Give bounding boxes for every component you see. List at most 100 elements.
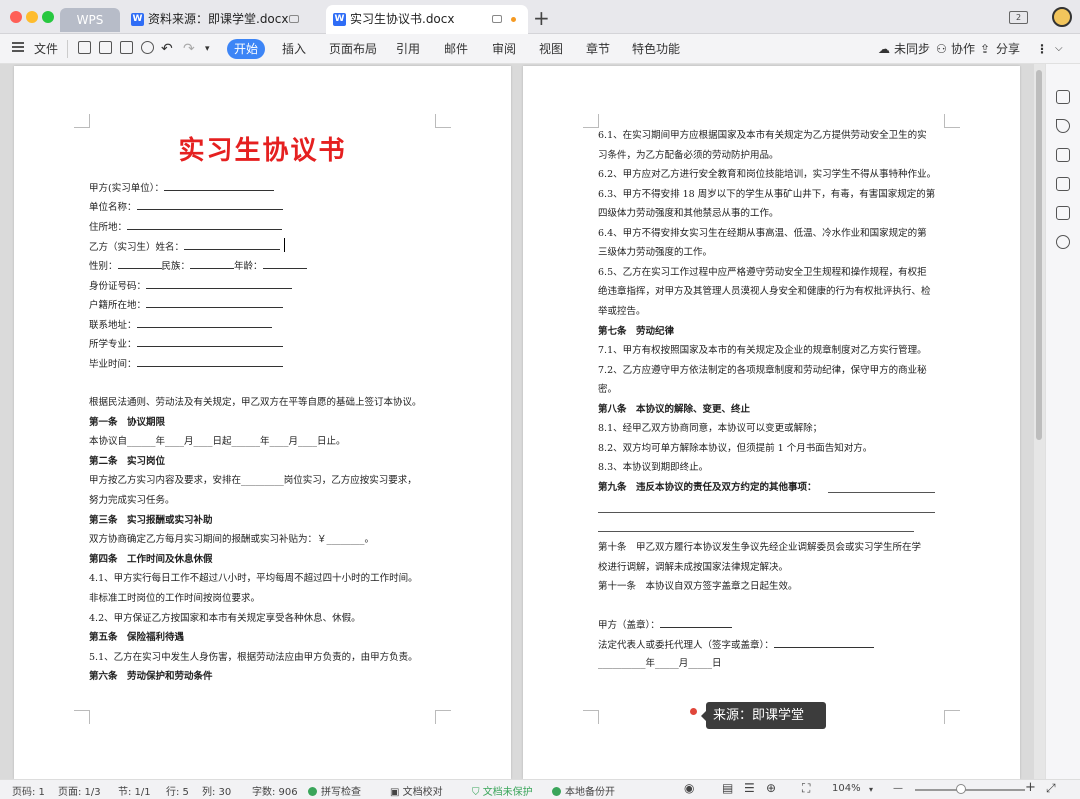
unsynced-button[interactable]: 未同步 (894, 39, 930, 59)
zoom-slider-knob[interactable] (956, 784, 966, 794)
edit-icon[interactable] (1056, 90, 1070, 104)
body-line: 6.5、乙方在实习工作过程中应严格遵守劳动安全卫生规程和操作规程，有权拒 (598, 266, 927, 278)
spell-check-button[interactable]: 拼写检查 (308, 783, 361, 798)
menu-icon[interactable] (12, 42, 24, 52)
field-party-a: 甲方(实习单位）： (89, 181, 274, 195)
minimize-window-button[interactable] (26, 11, 38, 23)
source-tooltip: 来源：即课学堂 (701, 702, 826, 729)
fullscreen-icon[interactable]: ⤢ (1046, 781, 1056, 796)
tab-view[interactable]: 视图 (539, 39, 563, 59)
monitor-icon (492, 15, 502, 23)
new-tab-button[interactable]: + (533, 5, 550, 31)
tab-source-doc[interactable]: W 资料来源：即课学堂.docx (124, 5, 320, 34)
wps-window: WPS W 资料来源：即课学堂.docx W 实习生协议书.docx + 2 文… (0, 0, 1080, 799)
section-count: 节: 1/1 (118, 787, 151, 798)
body-line: 本协议自______年____月____日起______年____月____日止… (89, 436, 346, 448)
close-window-button[interactable] (10, 11, 22, 23)
maximize-window-button[interactable] (42, 11, 54, 23)
body-line: 第十一条 本协议自双方签字盖章之日起生效。 (598, 581, 798, 593)
cloud-icon: ☁ (878, 42, 890, 56)
proofread-icon: ▣ (390, 787, 403, 798)
user-card-icon[interactable] (1056, 177, 1070, 191)
tab-chapter[interactable]: 章节 (586, 39, 610, 59)
tab-page-layout[interactable]: 页面布局 (329, 39, 377, 59)
tab-special-features[interactable]: 特色功能 (632, 39, 680, 59)
col-indicator: 列: 30 (202, 787, 232, 798)
zoom-out-button[interactable]: — (893, 783, 903, 794)
document-page-1[interactable]: 实习生协议书 甲方(实习单位）： 单位名称： 住所地： 乙方（实习生）姓名： 性… (14, 66, 511, 779)
field-graduation: 毕业时间： (89, 357, 283, 371)
divider (67, 40, 68, 58)
chevron-down-icon[interactable]: ▾ (205, 39, 210, 59)
tab-agreement-doc[interactable]: W 实习生协议书.docx (326, 5, 528, 34)
body-line: 甲方按乙方实习内容及要求，安排在_________岗位实习，乙方应按实习要求， (89, 475, 417, 487)
document-page-2[interactable]: 6.1、在实习期间甲方应根据国家及本市有关规定为乙方提供劳动安全卫生的实 习条件，… (523, 66, 1020, 779)
backup-icon (552, 787, 561, 796)
share-button[interactable]: 分享 (996, 39, 1020, 59)
protect-button[interactable]: ⛉ 文档未保护 (472, 783, 533, 798)
shield-icon: ⛉ (472, 787, 483, 798)
backup-button[interactable]: 本地备份开 (552, 783, 615, 798)
tab-label: 实习生协议书.docx (350, 12, 455, 26)
redo-icon[interactable]: ↷ (183, 39, 195, 59)
vertical-scrollbar[interactable] (1034, 64, 1045, 779)
scrollbar-thumb[interactable] (1036, 70, 1042, 440)
chevron-down-icon[interactable]: ⌵ (1055, 39, 1063, 59)
share-icon: ⇪ (980, 42, 991, 56)
article-heading: 第五条 保险福利待遇 (89, 632, 185, 644)
document-title: 实习生协议书 (178, 136, 347, 166)
body-line: 8.1、经甲乙双方协商同意，本协议可以变更或解除； (598, 423, 823, 435)
file-menu[interactable]: 文件 (34, 40, 58, 57)
export-icon[interactable] (99, 41, 112, 54)
user-avatar[interactable] (1052, 7, 1072, 27)
title-bar: WPS W 资料来源：即课学堂.docx W 实习生协议书.docx + 2 (0, 0, 1080, 34)
save-icon[interactable] (78, 41, 91, 54)
body-line: 6.3、甲方不得安排 18 周岁以下的学生从事矿山井下，有毒，有害国家规定的第 (598, 188, 936, 200)
window-count-icon[interactable]: 2 (1009, 11, 1028, 24)
image-tool-icon[interactable] (1056, 206, 1070, 220)
article-heading: 第八条 本协议的解除、变更、终止 (598, 403, 751, 415)
undo-icon[interactable]: ↶ (161, 39, 173, 59)
preview-icon[interactable] (141, 41, 154, 54)
body-line: 校进行调解，调解未成按国家法律规定解决。 (598, 561, 789, 573)
word-count[interactable]: 字数: 906 (252, 783, 298, 798)
body-line: 三级体力劳动强度的工作。 (598, 247, 713, 259)
tab-references[interactable]: 引用 (396, 39, 420, 59)
crop-mark (944, 114, 960, 128)
cursor-select-icon[interactable] (1056, 119, 1070, 133)
body-line: 8.3、本协议到期即终止。 (598, 462, 709, 474)
print-icon[interactable] (120, 41, 133, 54)
tab-insert[interactable]: 插入 (282, 39, 306, 59)
body-line: 6.4、甲方不得安排女实习生在经期从事高温、低温、冷水作业和国家规定的第 (598, 227, 927, 239)
tab-mail[interactable]: 邮件 (444, 39, 468, 59)
more-icon[interactable]: ⋮ (1036, 39, 1048, 59)
fit-page-icon[interactable]: ⛶ (802, 781, 810, 796)
zoom-slider[interactable] (915, 789, 1025, 791)
adjust-icon[interactable] (1056, 148, 1070, 162)
body-line: 第十条 甲乙双方履行本协议发生争议先经企业调解委员会或实习学生所在学 (598, 542, 922, 553)
body-line: 根据民法通则、劳动法及有关规定，甲乙双方在平等自愿的基础上签订本协议。 (89, 397, 422, 408)
history-icon[interactable] (1056, 235, 1070, 249)
tab-review[interactable]: 审阅 (492, 39, 516, 59)
zoom-in-button[interactable]: + (1025, 780, 1036, 795)
crop-mark (583, 710, 599, 724)
wps-home-tab[interactable]: WPS (60, 8, 120, 32)
tab-start[interactable]: 开始 (227, 39, 265, 59)
body-line: 努力完成实习任务。 (89, 495, 175, 506)
article-heading: 第七条 劳动纪律 (598, 325, 675, 337)
page-count[interactable]: 页面: 1/3 (58, 783, 101, 798)
body-line: 习条件，为乙方配备必须的劳动防护用品。 (598, 149, 779, 161)
page-view-icon[interactable]: ▤ (722, 781, 733, 795)
right-sidebar (1045, 64, 1080, 779)
eye-protect-icon[interactable]: ◉ (684, 781, 694, 795)
page-number: 页码: 1 (12, 787, 45, 798)
outline-view-icon[interactable]: ☰ (744, 781, 755, 795)
zoom-level[interactable]: 104% (832, 783, 861, 794)
crop-mark (74, 114, 90, 128)
chevron-down-icon[interactable]: ▾ (869, 785, 873, 794)
body-line: 非标准工时岗位的工作时间按岗位要求。 (89, 593, 261, 604)
word-doc-icon: W (333, 13, 346, 26)
proofread-button[interactable]: ▣ 文档校对 (390, 783, 443, 798)
web-view-icon[interactable]: ⊕ (766, 781, 776, 795)
collab-button[interactable]: 协作 (951, 39, 975, 59)
